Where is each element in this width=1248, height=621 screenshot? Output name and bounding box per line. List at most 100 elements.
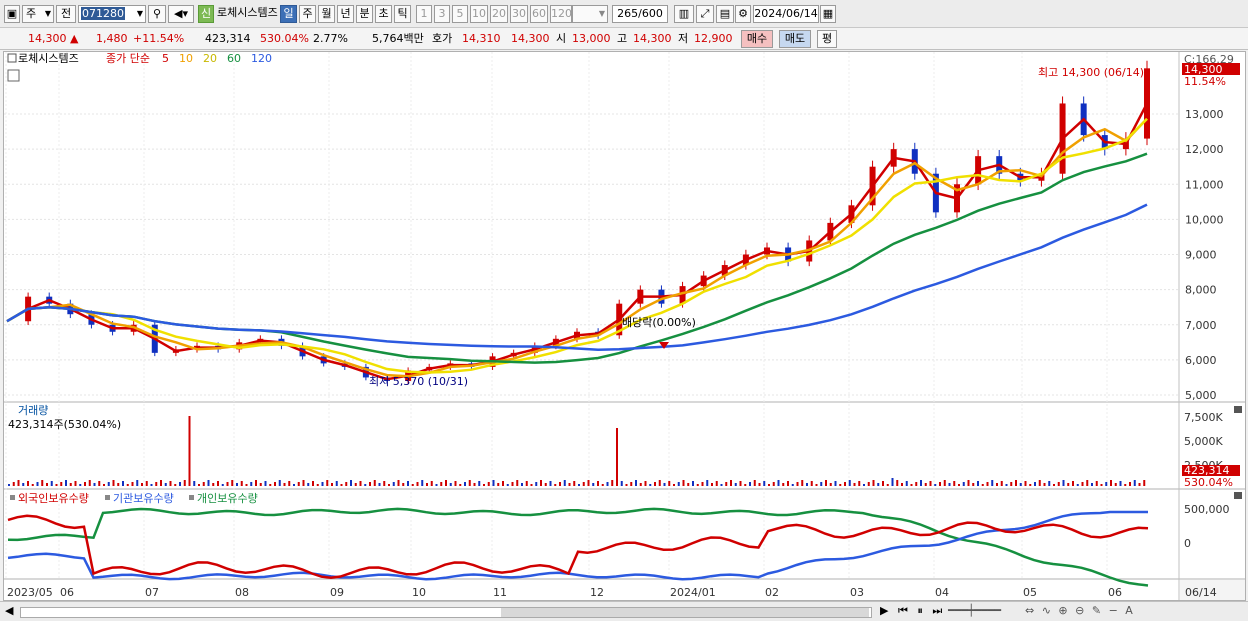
volume-bar bbox=[307, 483, 310, 486]
volume-bar bbox=[1124, 484, 1127, 486]
zoom-slider[interactable]: ━━━┿━━━━ bbox=[948, 604, 1001, 617]
last-pct-label: 11.54% bbox=[1184, 75, 1226, 88]
volume-bar bbox=[806, 483, 808, 486]
period-5-button[interactable]: 초 bbox=[375, 5, 392, 23]
interval-60-button[interactable]: 60 bbox=[530, 5, 548, 23]
volume-bar bbox=[112, 480, 115, 486]
volume-bar bbox=[720, 484, 723, 486]
market-select[interactable]: 주 ▼ bbox=[22, 5, 54, 23]
volume-bar bbox=[948, 483, 951, 486]
interval-120-button[interactable]: 120 bbox=[550, 5, 572, 23]
y-tick-label: 13,000 bbox=[1185, 108, 1224, 121]
interval-10-button[interactable]: 10 bbox=[470, 5, 488, 23]
volume-bar bbox=[449, 483, 452, 486]
volume-bar bbox=[891, 478, 894, 486]
buy-button[interactable]: 매수 bbox=[741, 30, 773, 48]
ma-legend-20: 20 bbox=[203, 52, 217, 65]
flat-button[interactable]: 평 bbox=[817, 30, 837, 48]
volume-bar bbox=[601, 484, 604, 486]
volume-bar bbox=[535, 482, 538, 486]
volume-bar bbox=[350, 480, 352, 486]
volume-bar bbox=[397, 480, 400, 486]
quote-bar: 14,300 ▲ 1,480 +11.54% 423,314 530.04% 2… bbox=[0, 28, 1248, 50]
period-4-button[interactable]: 분 bbox=[356, 5, 373, 23]
sell-button[interactable]: 매도 bbox=[779, 30, 811, 48]
volume-bar bbox=[202, 482, 205, 486]
volume-bar bbox=[772, 482, 775, 486]
save-icon[interactable]: ▤ bbox=[716, 5, 734, 23]
period-0-button[interactable]: 일 bbox=[280, 5, 297, 23]
line-tool-icon[interactable]: ⤢ bbox=[696, 5, 714, 23]
horizontal-scrollbar[interactable] bbox=[20, 607, 872, 618]
holdings-legend-2: 개인보유수량 bbox=[197, 492, 258, 505]
code-input[interactable]: 071280 ▼ bbox=[78, 5, 146, 23]
candle-icon[interactable]: ▥ bbox=[674, 5, 694, 23]
volume-bar bbox=[226, 482, 229, 486]
volume-bar bbox=[791, 484, 794, 486]
gear-icon[interactable]: ⚙ bbox=[735, 5, 751, 23]
volume-bar bbox=[421, 480, 424, 486]
nav-controls-icon[interactable]: ▶ ⏮ ⏸ ⏭ bbox=[880, 604, 945, 618]
x-tick-label: 05 bbox=[1023, 586, 1037, 599]
volume-bar bbox=[326, 480, 329, 486]
volume-bar bbox=[796, 482, 799, 486]
y-tick-label: 8,000 bbox=[1185, 284, 1217, 297]
speaker-icon[interactable]: ◀▾ bbox=[168, 5, 194, 23]
volume-bar bbox=[511, 482, 514, 486]
volume-bar bbox=[867, 482, 870, 486]
volume-bar bbox=[734, 483, 737, 486]
volume-bar bbox=[69, 483, 72, 486]
search-icon[interactable]: ⚲ bbox=[148, 5, 166, 23]
volume-bar bbox=[212, 483, 215, 486]
period-2-button[interactable]: 월 bbox=[318, 5, 335, 23]
hoga-value-2: 14,300 bbox=[511, 32, 550, 45]
date-field[interactable]: 2024/06/14 bbox=[753, 5, 819, 23]
chart-canvas[interactable]: 13,000 12,000 11,000 10,000 9,000 8,000 7,000 6… bbox=[4, 52, 1245, 600]
volume-bar bbox=[12, 482, 15, 486]
volume-bar bbox=[801, 480, 804, 486]
period-1-button[interactable]: 주 bbox=[299, 5, 316, 23]
scroll-thumb[interactable] bbox=[501, 608, 869, 617]
tool-icons[interactable]: ⇔ ∿ ⊕ ⊖ ✎ − A bbox=[1025, 604, 1135, 617]
volume-bar bbox=[1029, 484, 1032, 486]
volume-bar bbox=[853, 483, 856, 486]
volume-bar bbox=[88, 480, 91, 486]
volume-bar bbox=[93, 483, 96, 486]
layout-icon[interactable]: ▣ bbox=[4, 5, 20, 23]
volume-bar bbox=[169, 481, 172, 486]
volume-bar bbox=[658, 480, 661, 486]
volume-bar bbox=[1095, 481, 1098, 486]
prev-button[interactable]: 전 bbox=[56, 5, 76, 23]
interval-3-button[interactable]: 3 bbox=[434, 5, 450, 23]
interval-1-button[interactable]: 1 bbox=[416, 5, 432, 23]
interval-30-button[interactable]: 30 bbox=[510, 5, 528, 23]
scroll-left-icon[interactable]: ◀ bbox=[5, 604, 13, 617]
period-6-button[interactable]: 틱 bbox=[394, 5, 411, 23]
x-tick-label: 2023/05 bbox=[7, 586, 53, 599]
volume-bar bbox=[416, 482, 419, 486]
chart-title: 로체시스템즈 bbox=[18, 52, 79, 65]
volume-bar bbox=[269, 484, 272, 486]
interval-20-button[interactable]: 20 bbox=[490, 5, 508, 23]
volume-bar bbox=[663, 483, 666, 486]
volume-bar bbox=[592, 483, 595, 486]
stock-chart[interactable]: 13,000 12,000 11,000 10,000 9,000 8,000 7,000 6… bbox=[3, 51, 1246, 601]
x-tick-label: 08 bbox=[235, 586, 249, 599]
interval-5-button[interactable]: 5 bbox=[452, 5, 468, 23]
volume-bar bbox=[635, 480, 637, 486]
volume-bar bbox=[1015, 480, 1017, 486]
volume-bar bbox=[22, 483, 25, 486]
count-field[interactable]: 265/600 bbox=[612, 5, 668, 23]
calendar-icon[interactable]: ▦ bbox=[820, 5, 836, 23]
market-label: 주 bbox=[26, 7, 37, 20]
volume-bar bbox=[164, 483, 167, 486]
period-3-button[interactable]: 년 bbox=[337, 5, 354, 23]
period-dropdown[interactable]: ▼ bbox=[572, 5, 608, 23]
volume-bar bbox=[31, 484, 34, 486]
volume-bar bbox=[834, 481, 837, 486]
volume-bar bbox=[967, 480, 970, 486]
volume-bar bbox=[312, 481, 314, 486]
volume-bar bbox=[255, 480, 257, 486]
x-tick-label: 06 bbox=[60, 586, 74, 599]
open-label: 시 bbox=[556, 32, 567, 45]
